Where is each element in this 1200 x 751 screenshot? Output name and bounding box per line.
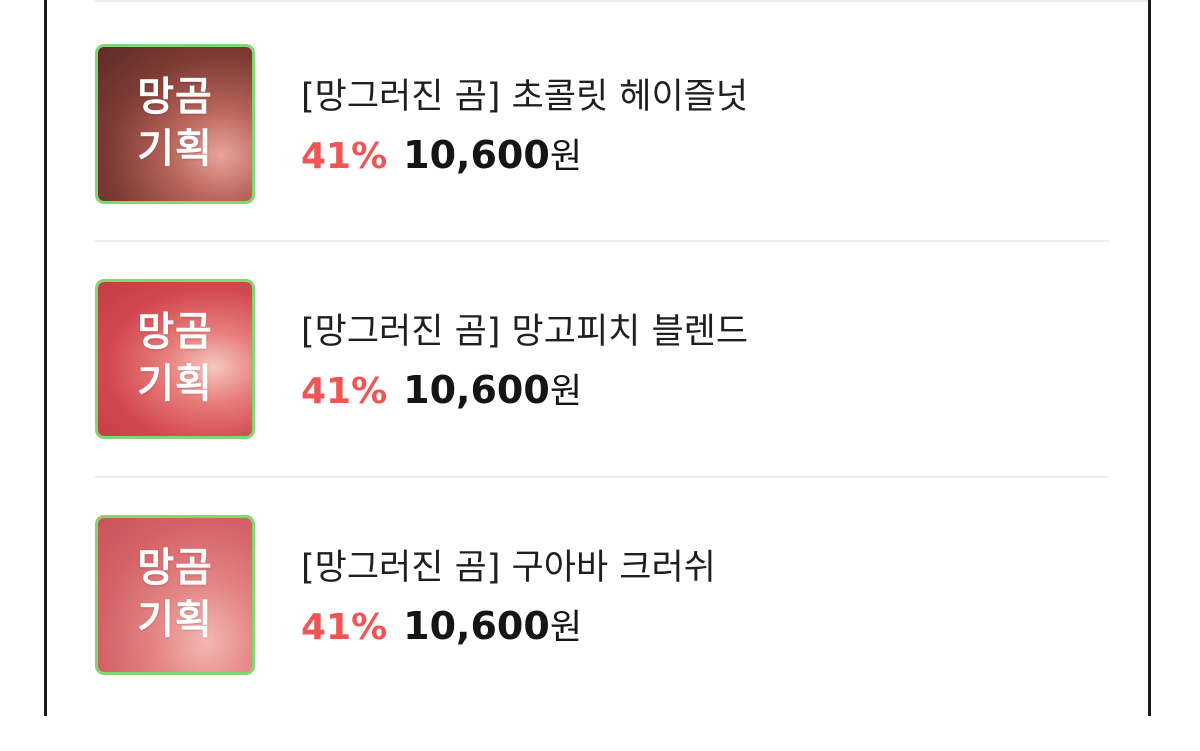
price-row: 41% 10,600원 — [301, 363, 582, 414]
product-list-item[interactable]: 망곰 기획 [망그러진 곰] 구아바 크러쉬 41% 10,600원 — [95, 515, 1109, 751]
product-title[interactable]: [망그러진 곰] 구아바 크러쉬 — [301, 539, 716, 590]
product-list-panel: 망곰 기획 [망그러진 곰] 초콜릿 헤이즐넛 41% 10,600원 망곰 기획… — [44, 0, 1151, 716]
thumbnail-label: 망곰 기획 — [137, 309, 213, 407]
item-divider — [95, 476, 1109, 478]
discount-rate: 41% — [301, 136, 388, 177]
thumbnail-label: 망곰 기획 — [137, 74, 213, 172]
price-row: 41% 10,600원 — [301, 599, 582, 650]
product-title[interactable]: [망그러진 곰] 초콜릿 헤이즐넛 — [301, 68, 748, 119]
thumbnail-label: 망곰 기획 — [137, 545, 213, 643]
sale-price: 10,600 — [403, 133, 550, 177]
product-thumbnail[interactable]: 망곰 기획 — [95, 44, 255, 204]
price-row: 41% 10,600원 — [301, 128, 582, 179]
currency-unit: 원 — [549, 372, 583, 412]
discount-rate: 41% — [301, 607, 388, 648]
product-list-item[interactable]: 망곰 기획 [망그러진 곰] 망고피치 블렌드 41% 10,600원 — [95, 279, 1109, 515]
discount-rate: 41% — [301, 371, 388, 412]
currency-unit: 원 — [549, 137, 583, 177]
product-thumbnail[interactable]: 망곰 기획 — [95, 279, 255, 439]
sale-price: 10,600 — [403, 368, 550, 412]
product-thumbnail[interactable]: 망곰 기획 — [95, 515, 255, 675]
sale-price: 10,600 — [403, 604, 550, 648]
product-title[interactable]: [망그러진 곰] 망고피치 블렌드 — [301, 303, 748, 354]
product-list-item[interactable]: 망곰 기획 [망그러진 곰] 초콜릿 헤이즐넛 41% 10,600원 — [95, 44, 1109, 280]
item-divider — [95, 240, 1109, 242]
top-divider — [95, 0, 1148, 2]
currency-unit: 원 — [549, 608, 583, 648]
